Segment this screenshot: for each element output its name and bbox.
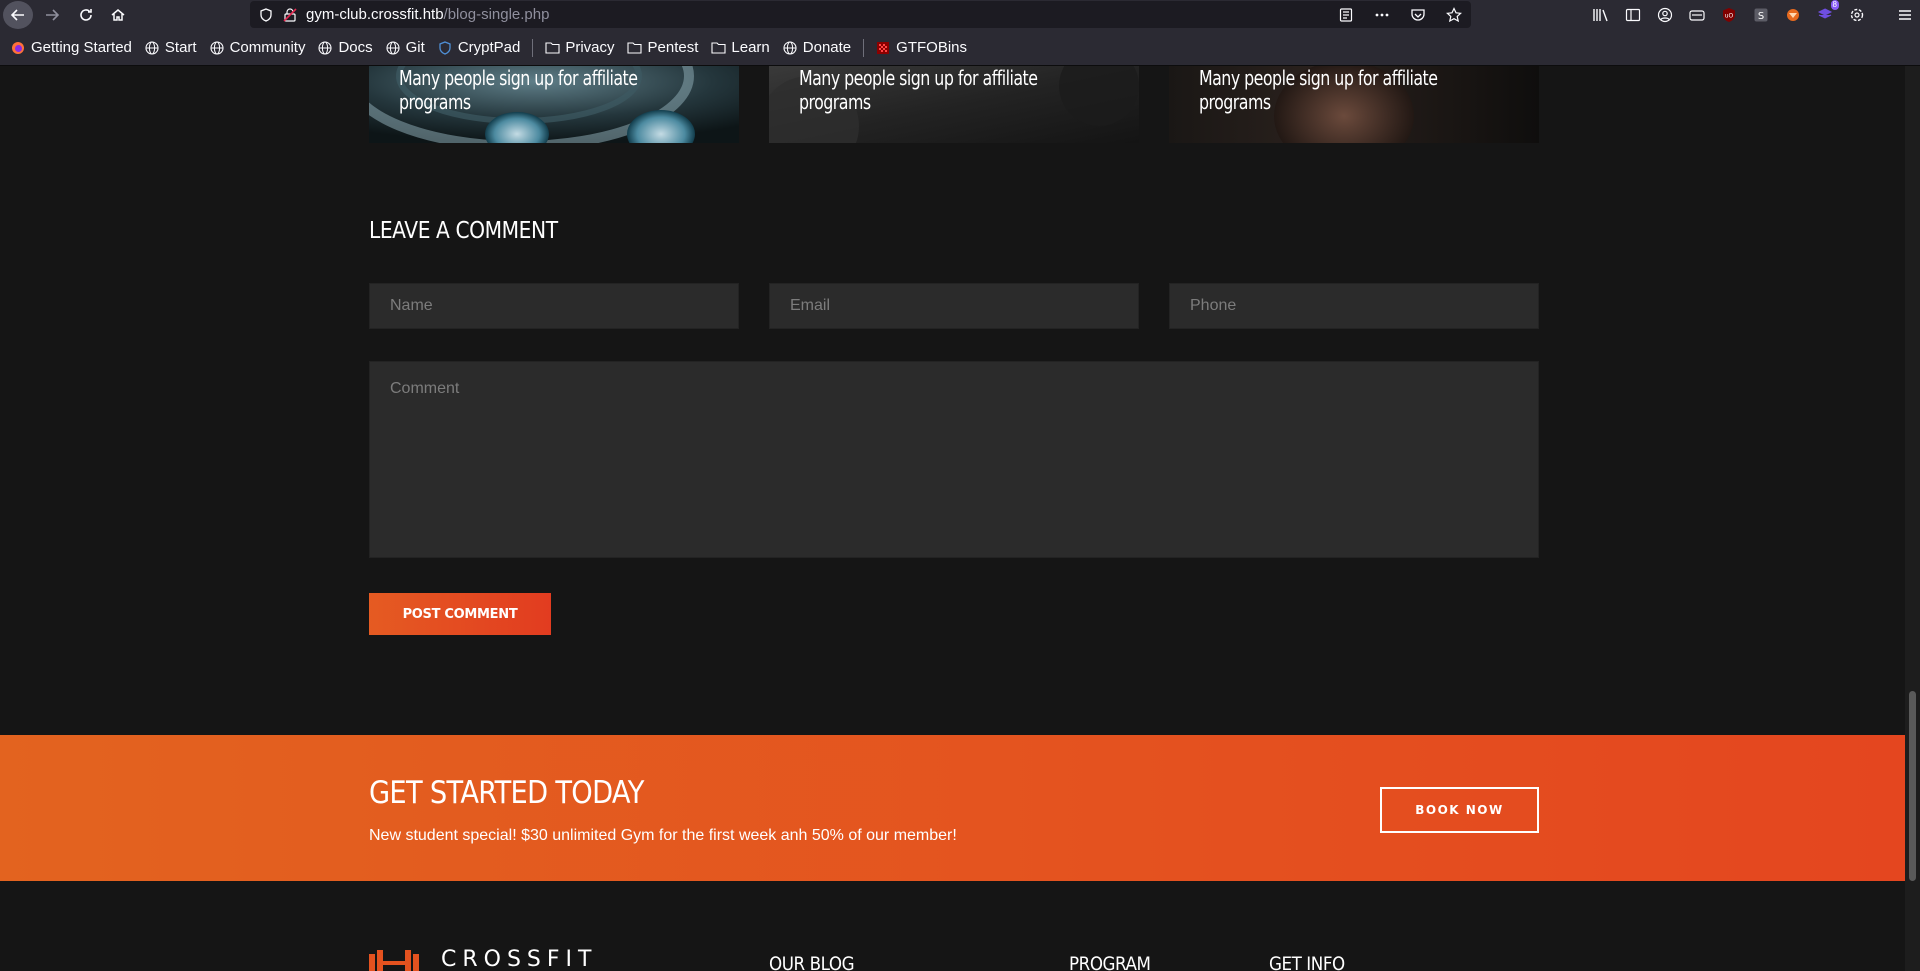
related-posts: Many people sign up for affiliate progra… — [369, 66, 1539, 143]
svg-text:S: S — [1758, 11, 1764, 22]
barbell-logo-icon — [369, 950, 419, 971]
bookmark-separator — [863, 38, 865, 57]
folder-icon — [544, 40, 560, 56]
extension-s-icon[interactable]: S — [1750, 4, 1772, 26]
insecure-connection-icon[interactable] — [282, 7, 298, 23]
bookmark-donate[interactable]: Donate — [782, 39, 851, 56]
bookmark-folder-pentest[interactable]: Pentest — [627, 39, 699, 56]
reload-icon — [80, 9, 92, 21]
related-post-title[interactable]: Many people sign up for affiliate progra… — [799, 66, 1063, 114]
footer-heading-info: GET INFO — [1269, 953, 1345, 971]
url-host: gym-club.crossfit.htb — [306, 6, 444, 23]
bookmark-label: Git — [405, 39, 425, 56]
footer-logo-text: CROSSFIT — [441, 947, 598, 971]
bookmarks-toolbar: Getting Started Start Community Docs Git… — [0, 30, 1920, 66]
bookmark-label: Docs — [338, 39, 373, 56]
pocket-icon[interactable] — [1407, 4, 1429, 26]
firefox-icon — [10, 40, 26, 56]
footer-logo[interactable]: CROSSFIT — [369, 948, 597, 971]
bookmark-gtfobins[interactable]: GTFOBins — [875, 39, 967, 56]
sidebar-icon[interactable] — [1622, 4, 1644, 26]
container-tabs-icon[interactable] — [1686, 4, 1708, 26]
home-button[interactable] — [103, 0, 133, 30]
get-started-banner: GET STARTED TODAY New student special! $… — [0, 735, 1905, 881]
related-post-card[interactable]: Many people sign up for affiliate progra… — [369, 66, 739, 143]
arrow-left-icon — [10, 9, 24, 21]
bookmark-label: Pentest — [647, 39, 699, 56]
tracking-shield-icon[interactable] — [258, 7, 274, 23]
post-comment-button[interactable]: POST COMMENT — [369, 593, 551, 635]
bookmark-getting-started[interactable]: Getting Started — [10, 39, 132, 56]
bookmark-label: Start — [164, 39, 197, 56]
comment-textarea[interactable] — [369, 361, 1539, 558]
extension-badge-icon[interactable]: 8 — [1814, 0, 1839, 26]
ublock-origin-icon[interactable]: uO — [1718, 4, 1740, 26]
back-button[interactable] — [3, 1, 33, 29]
globe-icon — [144, 40, 160, 56]
bookmark-label: GTFOBins — [896, 39, 967, 56]
web-page: Many people sign up for affiliate progra… — [0, 66, 1905, 971]
comment-heading: LEAVE A COMMENT — [369, 218, 558, 244]
svg-text:uO: uO — [1725, 13, 1734, 20]
related-post-title[interactable]: Many people sign up for affiliate progra… — [1199, 66, 1463, 114]
url-text[interactable]: gym-club.crossfit.htb/blog-single.php — [306, 6, 549, 23]
bookmark-git[interactable]: Git — [385, 39, 425, 56]
name-input[interactable] — [369, 283, 739, 329]
address-bar[interactable]: gym-club.crossfit.htb/blog-single.php — [250, 1, 1471, 28]
page-scrollbar[interactable] — [1905, 66, 1920, 971]
globe-icon — [209, 40, 225, 56]
bookmark-label: Getting Started — [31, 39, 132, 56]
foxyproxy-icon[interactable] — [1782, 4, 1804, 26]
bookmark-folder-privacy[interactable]: Privacy — [544, 39, 615, 56]
bookmark-label: Community — [229, 39, 306, 56]
bookmark-folder-learn[interactable]: Learn — [710, 39, 770, 56]
app-menu-icon[interactable] — [1894, 4, 1916, 26]
bookmark-separator — [532, 38, 534, 57]
account-icon[interactable] — [1654, 4, 1676, 26]
globe-icon — [782, 40, 798, 56]
folder-icon — [627, 40, 643, 56]
arrow-right-icon — [46, 9, 60, 21]
related-post-card[interactable]: Many people sign up for affiliate progra… — [769, 66, 1139, 143]
cryptpad-icon — [437, 40, 453, 56]
email-input[interactable] — [769, 283, 1139, 329]
forward-button[interactable] — [37, 0, 67, 30]
bookmark-docs[interactable]: Docs — [317, 39, 373, 56]
bookmark-star-icon[interactable] — [1443, 4, 1465, 26]
related-post-title[interactable]: Many people sign up for affiliate progra… — [399, 66, 663, 114]
scrollbar-thumb[interactable] — [1909, 691, 1916, 881]
extension-badge-count: 8 — [1830, 0, 1839, 10]
footer: CROSSFIT OUR BLOG PROGRAM GET INFO — [0, 881, 1905, 971]
globe-icon — [317, 40, 333, 56]
book-now-button[interactable]: BOOK NOW — [1380, 787, 1539, 833]
footer-heading-blog: OUR BLOG — [769, 953, 855, 971]
reload-button[interactable] — [71, 0, 101, 30]
globe-icon — [385, 40, 401, 56]
reader-view-icon[interactable] — [1335, 4, 1357, 26]
settings-gear-icon[interactable] — [1846, 4, 1868, 26]
bookmark-label: Learn — [731, 39, 770, 56]
home-icon — [111, 9, 125, 21]
more-actions-icon[interactable] — [1371, 4, 1393, 26]
browser-toolbar: gym-club.crossfit.htb/blog-single.php uO… — [0, 0, 1920, 30]
gtfobins-icon — [875, 40, 891, 56]
footer-heading-program: PROGRAM — [1069, 953, 1151, 971]
bookmark-cryptpad[interactable]: CryptPad — [437, 39, 521, 56]
banner-title: GET STARTED TODAY — [369, 775, 644, 811]
bookmark-start[interactable]: Start — [144, 39, 197, 56]
bookmark-label: Donate — [802, 39, 852, 56]
bookmark-community[interactable]: Community — [209, 39, 306, 56]
bookmark-label: CryptPad — [457, 39, 521, 56]
phone-input[interactable] — [1169, 283, 1539, 329]
banner-text: New student special! $30 unlimited Gym f… — [369, 827, 957, 844]
bookmark-label: Privacy — [565, 39, 615, 56]
library-icon[interactable] — [1590, 4, 1612, 26]
related-post-card[interactable]: Many people sign up for affiliate progra… — [1169, 66, 1539, 143]
folder-icon — [710, 40, 726, 56]
url-path: /blog-single.php — [443, 6, 550, 23]
